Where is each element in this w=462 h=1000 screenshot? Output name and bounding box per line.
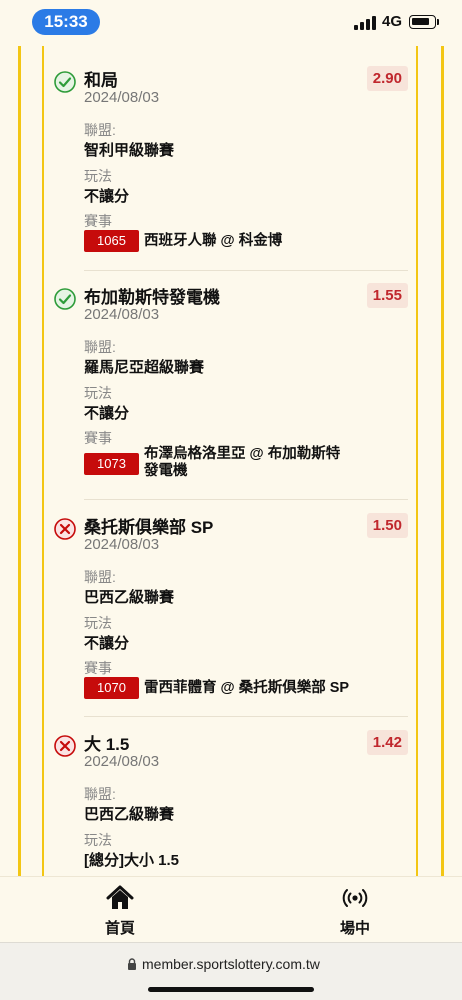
match-name: 布澤烏格洛里亞 @ 布加勒斯特 發電機 xyxy=(144,446,340,480)
event-label: 賽事 xyxy=(84,660,112,676)
match-name-line: 發電機 xyxy=(144,463,188,479)
play-type-label: 玩法 xyxy=(84,832,112,848)
league-value: 羅馬尼亞超級聯賽 xyxy=(84,359,205,376)
lock-icon xyxy=(128,958,136,970)
network-type: 4G xyxy=(382,13,403,30)
league-value: 巴西乙級聯賽 xyxy=(84,589,175,606)
league-label: 聯盟: xyxy=(84,339,116,355)
bottom-nav: 首頁 場中 xyxy=(0,876,462,942)
bet-selection: 布加勒斯特發電機 xyxy=(84,288,220,307)
league-label: 聯盟: xyxy=(84,122,116,138)
live-broadcast-icon xyxy=(342,889,368,907)
event-label: 賽事 xyxy=(84,430,112,446)
odds-badge: 2.90 xyxy=(366,66,408,91)
x-circle-icon xyxy=(54,735,76,757)
bet-detail-card: 和局 2024/08/03 2.90 聯盟: 智利甲級聯賽 玩法 不讓分 賽事 … xyxy=(42,46,418,876)
x-circle-icon xyxy=(54,518,76,540)
signal-icon xyxy=(354,16,376,30)
match-name: 雷西菲體育 @ 桑托斯俱樂部 SP xyxy=(144,680,350,696)
bet-selection: 和局 xyxy=(84,71,118,90)
league-value: 巴西乙級聯賽 xyxy=(84,806,175,823)
bet-selection: 大 1.5 xyxy=(84,735,130,754)
left-border-line xyxy=(18,46,21,876)
play-type-label: 玩法 xyxy=(84,385,112,401)
event-label: 賽事 xyxy=(84,213,112,229)
match-number-badge: 1070 xyxy=(84,677,139,699)
match-name: 西班牙人聯 @ 科金博 xyxy=(144,233,283,249)
url-text[interactable]: member.sportslottery.com.tw xyxy=(142,956,320,972)
divider xyxy=(84,499,408,500)
browser-url-bar[interactable]: member.sportslottery.com.tw xyxy=(0,942,462,1000)
status-time: 15:33 xyxy=(32,9,100,35)
bet-date: 2024/08/03 xyxy=(84,753,160,770)
bet-selection: 桑托斯俱樂部 SP xyxy=(84,518,214,537)
play-type-value: 不讓分 xyxy=(84,635,130,652)
league-label: 聯盟: xyxy=(84,786,116,802)
check-circle-icon xyxy=(54,71,76,93)
play-type-label: 玩法 xyxy=(84,615,112,631)
check-circle-icon xyxy=(54,288,76,310)
nav-live-label: 場中 xyxy=(339,920,370,937)
odds-badge: 1.42 xyxy=(366,730,408,755)
match-number-badge: 1065 xyxy=(84,230,139,252)
nav-home-label: 首頁 xyxy=(104,920,135,937)
play-type-value: 不讓分 xyxy=(84,405,130,422)
league-label: 聯盟: xyxy=(84,569,116,585)
battery-icon xyxy=(409,15,436,29)
odds-badge: 1.50 xyxy=(366,513,408,538)
right-border-line xyxy=(441,46,444,876)
bet-date: 2024/08/03 xyxy=(84,89,160,106)
match-name-line: 布澤烏格洛里亞 @ 布加勒斯特 xyxy=(144,446,341,462)
status-bar: 15:33 4G xyxy=(0,0,462,46)
divider xyxy=(84,270,408,271)
match-number-badge: 1073 xyxy=(84,453,139,475)
play-type-value: 不讓分 xyxy=(84,188,130,205)
bet-date: 2024/08/03 xyxy=(84,536,160,553)
home-indicator[interactable] xyxy=(148,987,314,992)
bet-date: 2024/08/03 xyxy=(84,306,160,323)
divider xyxy=(84,716,408,717)
bet-list-scroll[interactable]: 和局 2024/08/03 2.90 聯盟: 智利甲級聯賽 玩法 不讓分 賽事 … xyxy=(0,46,462,876)
league-value: 智利甲級聯賽 xyxy=(84,142,175,159)
home-icon xyxy=(106,885,134,909)
odds-badge: 1.55 xyxy=(366,283,408,308)
nav-home[interactable]: 首頁 xyxy=(80,885,160,938)
nav-live[interactable]: 場中 xyxy=(315,885,395,938)
play-type-label: 玩法 xyxy=(84,168,112,184)
play-type-value: [總分]大小 1.5 xyxy=(84,852,180,869)
